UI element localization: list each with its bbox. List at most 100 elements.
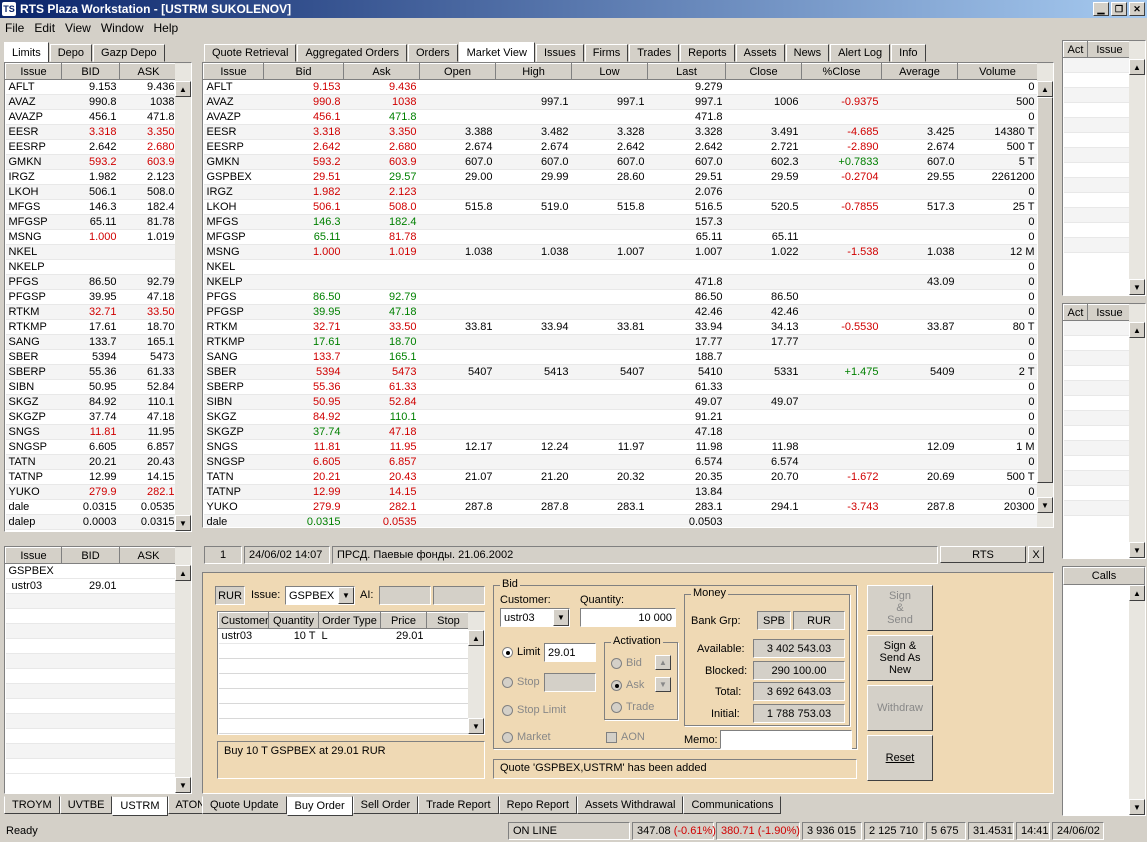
table-row[interactable]: dale 0.0315 0.0535 <box>5 499 178 515</box>
table-row[interactable]: NKELP 471.8 43.09 0 <box>203 274 1038 290</box>
column-header[interactable]: BID <box>61 547 120 564</box>
news-close-icon[interactable]: X <box>1028 546 1044 563</box>
table-row[interactable]: LKOH 506.1 508.0 <box>5 184 178 200</box>
tab-alert-log[interactable]: Alert Log <box>830 44 891 62</box>
tab-orders[interactable]: Orders <box>408 44 458 62</box>
table-row[interactable]: ustr03 29.01 <box>5 578 178 594</box>
column-header[interactable]: Customer <box>218 612 269 629</box>
table-row[interactable]: SKGZ 84.92 110.1 <box>5 394 178 410</box>
issue-select[interactable]: GSPBEX ▼ <box>285 586 355 605</box>
chevron-down-icon[interactable]: ▼ <box>553 609 569 626</box>
table-row[interactable]: SBERP 55.36 61.33 <box>5 364 178 380</box>
scroll-down-icon[interactable]: ▼ <box>1129 279 1145 295</box>
table-row[interactable]: GMKN 593.2 603.9 607.0 607.0 607.0 607.0 602.3 +… <box>203 154 1038 170</box>
menu-edit[interactable]: Edit <box>29 21 60 35</box>
column-header[interactable]: Quantity <box>268 612 319 629</box>
activation-ask-radio[interactable]: Ask <box>611 679 644 691</box>
firm-tab-ustrm[interactable]: USTRM <box>112 796 168 816</box>
table-row[interactable]: AVAZP 456.1 471.8 <box>5 109 178 125</box>
table-row[interactable]: RTKM 32.71 33.50 <box>5 304 178 320</box>
column-header[interactable]: ASK <box>119 547 178 564</box>
ai-field-1[interactable] <box>379 586 431 605</box>
table-row[interactable]: SIBN 50.95 52.84 <box>5 379 178 395</box>
menu-help[interactable]: Help <box>149 21 184 35</box>
customer-select[interactable]: ustr03 ▼ <box>500 608 570 627</box>
menu-window[interactable]: Window <box>96 21 149 35</box>
scroll-down-icon[interactable]: ▼ <box>175 777 191 793</box>
order-tab-communications[interactable]: Communications <box>683 796 782 814</box>
table-row[interactable]: SKGZ 84.92 110.1 91.21 0 <box>203 409 1038 425</box>
table-row[interactable]: AFLT 9.153 9.436 <box>5 79 178 95</box>
column-header[interactable]: Last <box>647 63 726 80</box>
tab-depo[interactable]: Depo <box>49 44 93 62</box>
aon-checkbox[interactable]: AON <box>606 731 645 743</box>
scroll-up-icon[interactable]: ▲ <box>175 81 191 97</box>
column-header[interactable]: High <box>495 63 572 80</box>
activation-bid-radio[interactable]: Bid <box>611 657 642 669</box>
table-row[interactable]: SANG 133.7 165.1 188.7 0 <box>203 349 1038 365</box>
table-row[interactable]: RTKM 32.71 33.50 33.81 33.94 33.81 33.94 34.13-… <box>203 319 1038 335</box>
table-row[interactable]: SBER 5394 5473 <box>5 349 178 365</box>
scroll-up-icon[interactable]: ▲ <box>1129 59 1145 75</box>
table-row[interactable]: AVAZP 456.1 471.8 471.8 0 <box>203 109 1038 125</box>
scroll-up-icon[interactable]: ▲ <box>1129 585 1145 601</box>
minimize-button[interactable]: ▁ <box>1093 2 1109 16</box>
table-row[interactable]: GSPBEX <box>5 563 178 579</box>
column-header[interactable]: Order Type <box>318 612 381 629</box>
scroll-up-icon[interactable]: ▲ <box>468 630 484 646</box>
scroll-thumb[interactable] <box>1037 97 1053 483</box>
column-header[interactable]: Issue <box>5 63 62 80</box>
limits-scrollbar[interactable]: ▲ ▼ <box>175 63 191 531</box>
market-radio[interactable]: Market <box>502 731 551 743</box>
table-row[interactable]: NKELP <box>5 259 178 275</box>
table-row[interactable]: MFGSP 65.11 81.78 65.11 65.11 0 <box>203 229 1038 245</box>
scroll-down-icon[interactable]: ▼ <box>1037 497 1053 513</box>
tab-gazp-depo[interactable]: Gazp Depo <box>93 44 165 62</box>
table-row[interactable]: YUKO 279.9 282.1 287.8 287.8 283.1 283.1 294.1-… <box>203 499 1038 515</box>
menu-view[interactable]: View <box>60 21 96 35</box>
column-header[interactable]: BID <box>61 63 120 80</box>
table-row[interactable]: TATN 20.21 20.43 <box>5 454 178 470</box>
ai-field-2[interactable] <box>433 586 485 605</box>
table-row[interactable]: SNGSP 6.605 6.857 <box>5 439 178 455</box>
table-row[interactable]: PFGS 86.50 92.79 86.50 86.50 0 <box>203 289 1038 305</box>
table-row[interactable]: SBER 5394 5473 5407 5413 5407 5410 5331 +1.475 54… <box>203 364 1038 380</box>
order-tab-assets-withdrawal[interactable]: Assets Withdrawal <box>576 796 684 814</box>
column-header[interactable]: %Close <box>801 63 882 80</box>
table-row[interactable]: IRGZ 1.982 2.123 <box>5 169 178 185</box>
stop-radio[interactable]: Stop <box>502 676 540 688</box>
table-row[interactable]: LKOH 506.1 508.0 515.8 519.0 515.8 516.5 520.5-… <box>203 199 1038 215</box>
column-header[interactable]: Issue <box>203 63 264 80</box>
table-row[interactable]: SANG 133.7 165.1 <box>5 334 178 350</box>
table-row[interactable]: SNGS 11.81 11.95 12.17 12.24 11.97 11.98 11.98 1… <box>203 439 1038 455</box>
table-row[interactable]: YUKO 279.9 282.1 <box>5 484 178 500</box>
tab-trades[interactable]: Trades <box>629 44 680 62</box>
firm-tab-uvtbe[interactable]: UVTBE <box>59 796 113 814</box>
table-row[interactable]: PFGS 86.50 92.79 <box>5 274 178 290</box>
table-row[interactable]: SBERP 55.36 61.33 61.33 0 <box>203 379 1038 395</box>
tab-firms[interactable]: Firms <box>584 44 629 62</box>
news-bar[interactable]: 1 24/06/02 14:07 ПРСД. Паевые фонды. 21.… <box>204 546 1050 564</box>
calls-scrollbar[interactable]: ▲ ▼ <box>1129 585 1145 815</box>
withdraw-button[interactable]: Withdraw <box>867 685 933 731</box>
table-row[interactable]: MFGS 146.3 182.4 <box>5 199 178 215</box>
column-header[interactable]: Stop <box>426 612 471 629</box>
table-row[interactable]: MFGSP 65.11 81.78 <box>5 214 178 230</box>
table-row[interactable]: PFGSP 39.95 47.18 <box>5 289 178 305</box>
sign-send-button[interactable]: Sign & Send <box>867 585 933 631</box>
table-row[interactable]: AFLT 9.153 9.436 9.279 0 <box>203 79 1038 95</box>
column-header[interactable]: Issue <box>1087 304 1132 321</box>
tab-aggregated-orders[interactable]: Aggregated Orders <box>297 44 407 62</box>
column-header[interactable]: Act <box>1063 304 1088 321</box>
tab-info[interactable]: Info <box>891 44 926 62</box>
stop-limit-radio[interactable]: Stop Limit <box>502 704 566 716</box>
restore-button[interactable]: ❐ <box>1111 2 1127 16</box>
table-row[interactable]: PFGSP 39.95 47.18 42.46 42.46 0 <box>203 304 1038 320</box>
column-header[interactable]: Low <box>571 63 648 80</box>
scroll-up-icon[interactable]: ▲ <box>175 565 191 581</box>
close-button[interactable]: ✕ <box>1129 2 1145 16</box>
table-row[interactable]: EESR 3.318 3.350 <box>5 124 178 140</box>
column-header[interactable]: Volume <box>957 63 1038 80</box>
order-tab-quote-update[interactable]: Quote Update <box>202 796 287 814</box>
column-header[interactable]: Bid <box>263 63 344 80</box>
